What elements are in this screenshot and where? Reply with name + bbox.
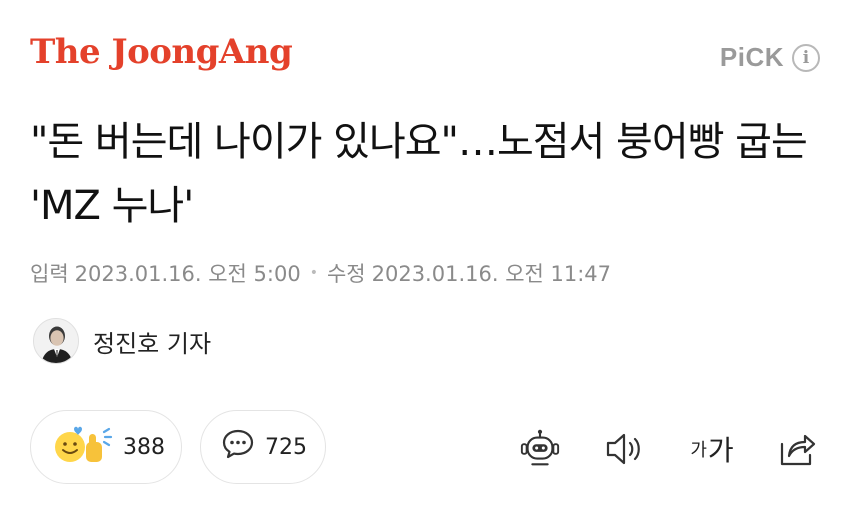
info-icon[interactable]: i — [792, 43, 820, 72]
tts-robot-icon[interactable] — [519, 428, 561, 470]
reaction-emoji-icon — [51, 422, 113, 472]
reaction-count: 388 — [123, 434, 165, 460]
article-timestamps: 입력 2023.01.16. 오전 5:00 • 수정 2023.01.16. … — [30, 258, 611, 288]
pick-badge[interactable]: PiCK i — [720, 42, 820, 73]
pick-label: PiCK — [719, 42, 784, 72]
meta-separator: • — [309, 265, 318, 281]
comment-button[interactable]: 725 — [200, 410, 326, 484]
reporter-name[interactable]: 정진호 기자 — [93, 324, 211, 359]
modified-time: 2023.01.16. 오전 11:47 — [371, 262, 612, 286]
article-action-bar: 388 725 가 가 — [0, 410, 850, 490]
reaction-button[interactable]: 388 — [30, 410, 182, 484]
press-logo[interactable]: The JoongAng — [30, 32, 293, 72]
font-size-small-glyph: 가 — [690, 440, 707, 461]
modified-label: 수정 — [326, 262, 366, 286]
font-size-large-glyph: 가 — [707, 434, 734, 467]
header: The JoongAng PiCK i — [0, 0, 850, 110]
published-time: 2023.01.16. 오전 5:00 — [74, 262, 301, 286]
speaker-icon[interactable] — [603, 428, 645, 470]
font-size-icon[interactable]: 가가 — [688, 428, 736, 470]
reporter-avatar[interactable] — [33, 318, 79, 364]
article-headline: "돈 버는데 나이가 있나요"…노점서 붕어빵 굽는 'MZ 누나' — [30, 119, 808, 229]
comment-count: 725 — [265, 434, 307, 460]
published-label: 입력 — [30, 262, 69, 286]
share-icon[interactable] — [776, 428, 818, 470]
byline[interactable]: 정진호 기자 — [33, 318, 211, 364]
comment-bubble-icon — [221, 428, 255, 466]
